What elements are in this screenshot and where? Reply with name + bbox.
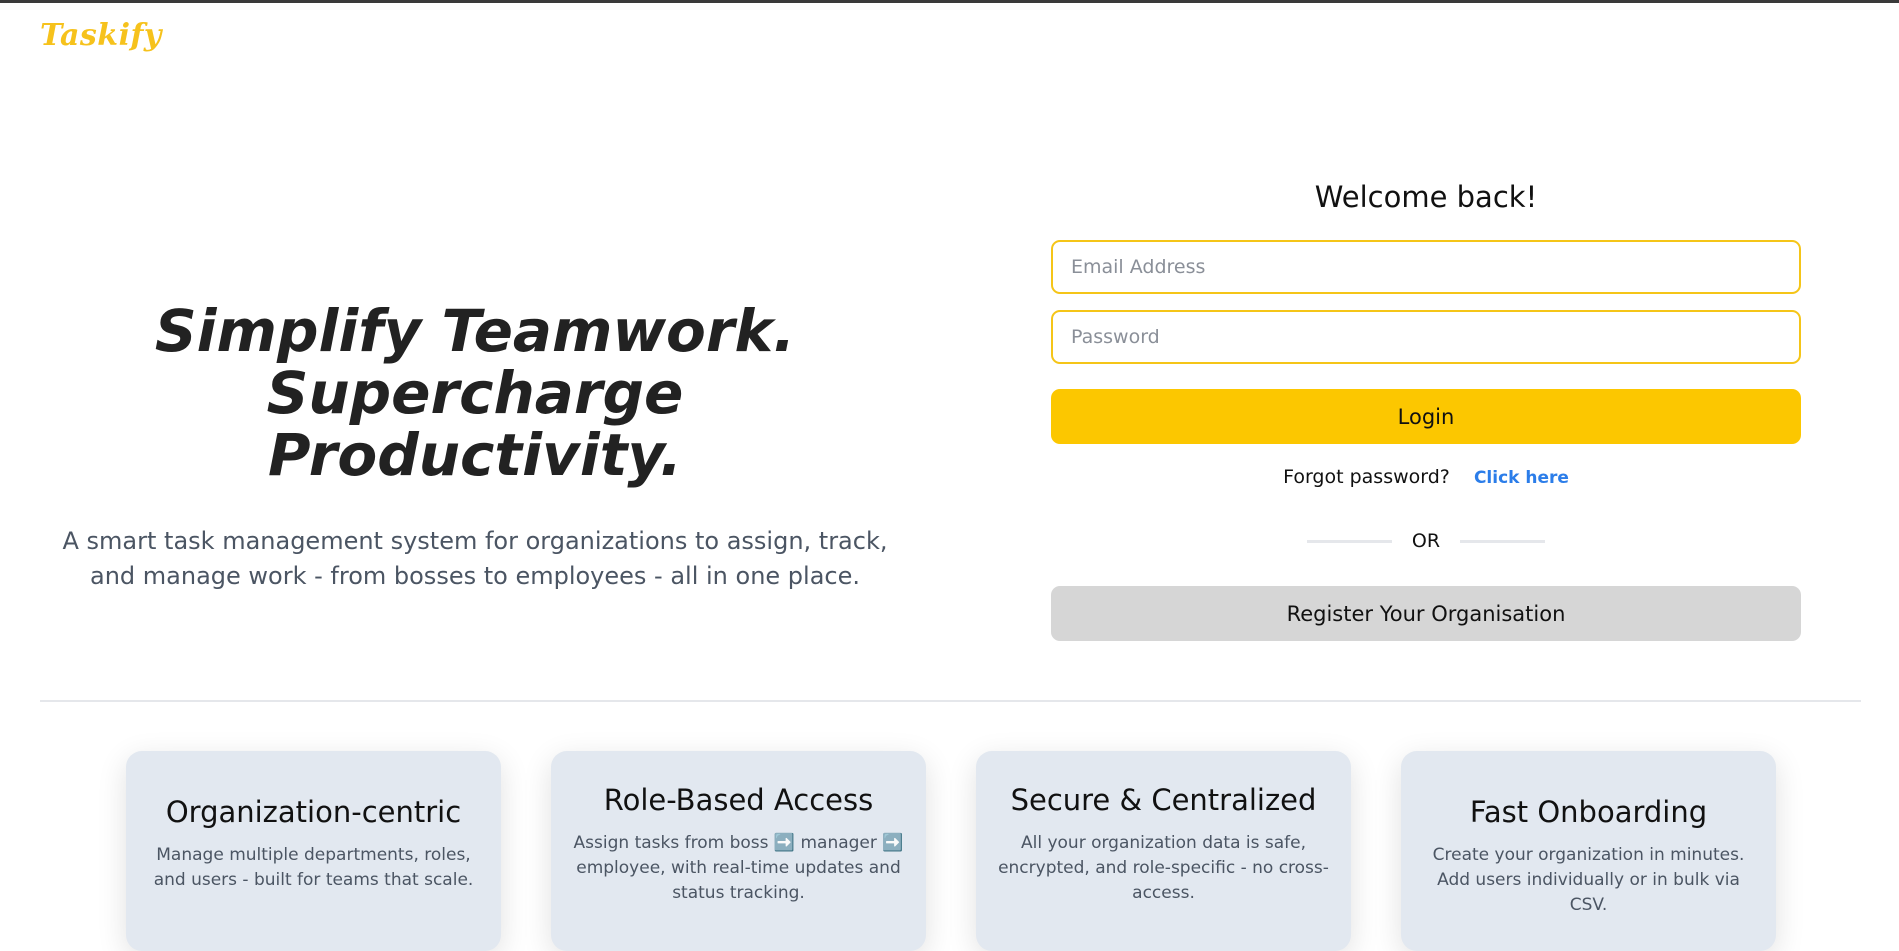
feature-cards: Organization-centric Manage multiple dep… bbox=[126, 751, 1776, 951]
hero-title-line2: Supercharge Productivity. bbox=[266, 359, 684, 489]
email-input[interactable] bbox=[1051, 240, 1801, 294]
feature-desc: Create your organization in minutes. Add… bbox=[1432, 845, 1745, 915]
feature-title: Role-Based Access bbox=[603, 783, 874, 817]
login-form: Welcome back! Login Forgot password? Cli… bbox=[1051, 176, 1801, 641]
feature-card-role-access: Role-Based Access Assign tasks from boss… bbox=[551, 751, 926, 951]
forgot-password-row: Forgot password? Click here bbox=[1051, 466, 1801, 488]
section-divider bbox=[40, 700, 1861, 702]
feature-desc: All your organization data is safe, encr… bbox=[998, 833, 1329, 903]
register-organisation-button[interactable]: Register Your Organisation bbox=[1051, 586, 1801, 641]
top-border bbox=[0, 0, 1899, 3]
forgot-password-text: Forgot password? bbox=[1283, 466, 1450, 488]
feature-title: Fast Onboarding bbox=[1469, 795, 1708, 829]
login-button[interactable]: Login bbox=[1051, 389, 1801, 444]
hero-section: Simplify Teamwork. Supercharge Productiv… bbox=[60, 300, 890, 594]
password-input[interactable] bbox=[1051, 310, 1801, 364]
feature-card-organization: Organization-centric Manage multiple dep… bbox=[126, 751, 501, 951]
brand-logo[interactable]: Taskify bbox=[40, 18, 162, 53]
or-separator: OR bbox=[1051, 530, 1801, 552]
or-line-right bbox=[1460, 539, 1546, 543]
feature-desc: Manage multiple departments, roles, and … bbox=[153, 845, 474, 890]
forgot-password-link[interactable]: Click here bbox=[1474, 468, 1569, 488]
feature-card-secure: Secure & Centralized All your organizati… bbox=[976, 751, 1351, 951]
hero-title-line1: Simplify Teamwork. bbox=[154, 297, 796, 365]
or-text: OR bbox=[1411, 530, 1441, 552]
hero-title: Simplify Teamwork. Supercharge Productiv… bbox=[60, 300, 890, 486]
feature-desc: Assign tasks from boss ➡️ manager ➡️ emp… bbox=[573, 833, 904, 903]
feature-card-onboarding: Fast Onboarding Create your organization… bbox=[1401, 751, 1776, 951]
or-line-left bbox=[1306, 539, 1392, 543]
login-heading: Welcome back! bbox=[1314, 180, 1538, 214]
feature-title: Organization-centric bbox=[165, 795, 462, 829]
hero-subtitle: A smart task management system for organ… bbox=[62, 527, 888, 590]
feature-title: Secure & Centralized bbox=[1010, 783, 1317, 817]
